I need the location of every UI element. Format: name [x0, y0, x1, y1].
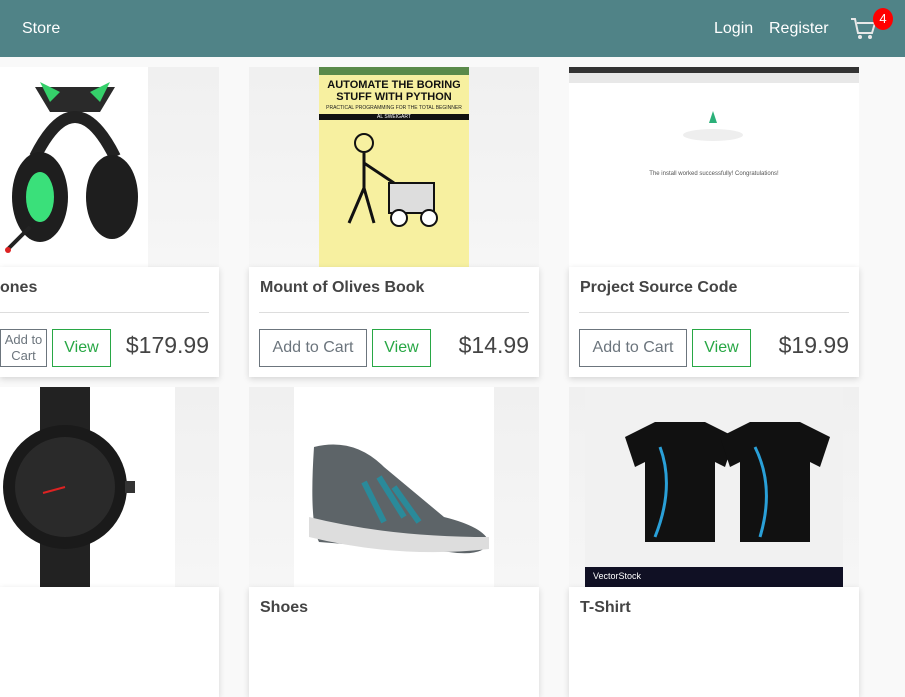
product-title: Shoes [260, 599, 309, 616]
view-button[interactable]: View [52, 329, 111, 367]
product-card: ones Add to Cart View $179.99 [0, 67, 219, 377]
divider [579, 312, 849, 313]
product-card: VectorStock T-Shirt [569, 387, 859, 697]
login-link[interactable]: Login [714, 20, 753, 38]
product-card: The install worked successfully! Congrat… [569, 67, 859, 377]
add-to-cart-button[interactable]: Add to Cart [259, 329, 367, 367]
product-image-watch [0, 387, 175, 587]
book-cover-subtitle: PRACTICAL PROGRAMMING FOR THE TOTAL BEGI… [326, 105, 462, 111]
product-price: $179.99 [125, 332, 209, 358]
navbar: Store Login Register 4 [0, 0, 905, 57]
divider [259, 312, 529, 313]
watermark: VectorStock [585, 567, 843, 587]
product-price: $14.99 [458, 332, 529, 358]
screenshot-text: The install worked successfully! Congrat… [649, 171, 779, 177]
cart-count-badge: 4 [873, 8, 893, 30]
product-image-shoes [294, 387, 494, 587]
add-to-cart-button[interactable]: Add to Cart [579, 329, 687, 367]
product-price: $19.99 [778, 332, 849, 358]
product-title: ones [0, 279, 38, 296]
product-image-headphones [0, 67, 148, 267]
product-image-screenshot: The install worked successfully! Congrat… [569, 67, 859, 267]
book-cover-title: AUTOMATE THE BORING STUFF WITH PYTHON [327, 79, 461, 103]
register-link[interactable]: Register [769, 20, 829, 38]
product-title: Mount of Olives Book [260, 279, 425, 296]
product-image-book: AUTOMATE THE BORING STUFF WITH PYTHON PR… [319, 67, 469, 267]
product-card: AUTOMATE THE BORING STUFF WITH PYTHON PR… [249, 67, 539, 377]
cart-icon[interactable] [850, 17, 876, 41]
product-card [0, 387, 219, 697]
view-button[interactable]: View [372, 329, 431, 367]
divider [0, 312, 209, 313]
view-button[interactable]: View [692, 329, 751, 367]
brand-link[interactable]: Store [22, 20, 60, 38]
product-card: Shoes [249, 387, 539, 697]
book-cover-author: AL SWEIGART [319, 114, 469, 120]
add-to-cart-button[interactable]: Add to Cart [0, 329, 47, 367]
product-image-tshirt: VectorStock [585, 387, 843, 587]
product-title: Project Source Code [580, 279, 738, 296]
product-title: T-Shirt [580, 599, 631, 616]
